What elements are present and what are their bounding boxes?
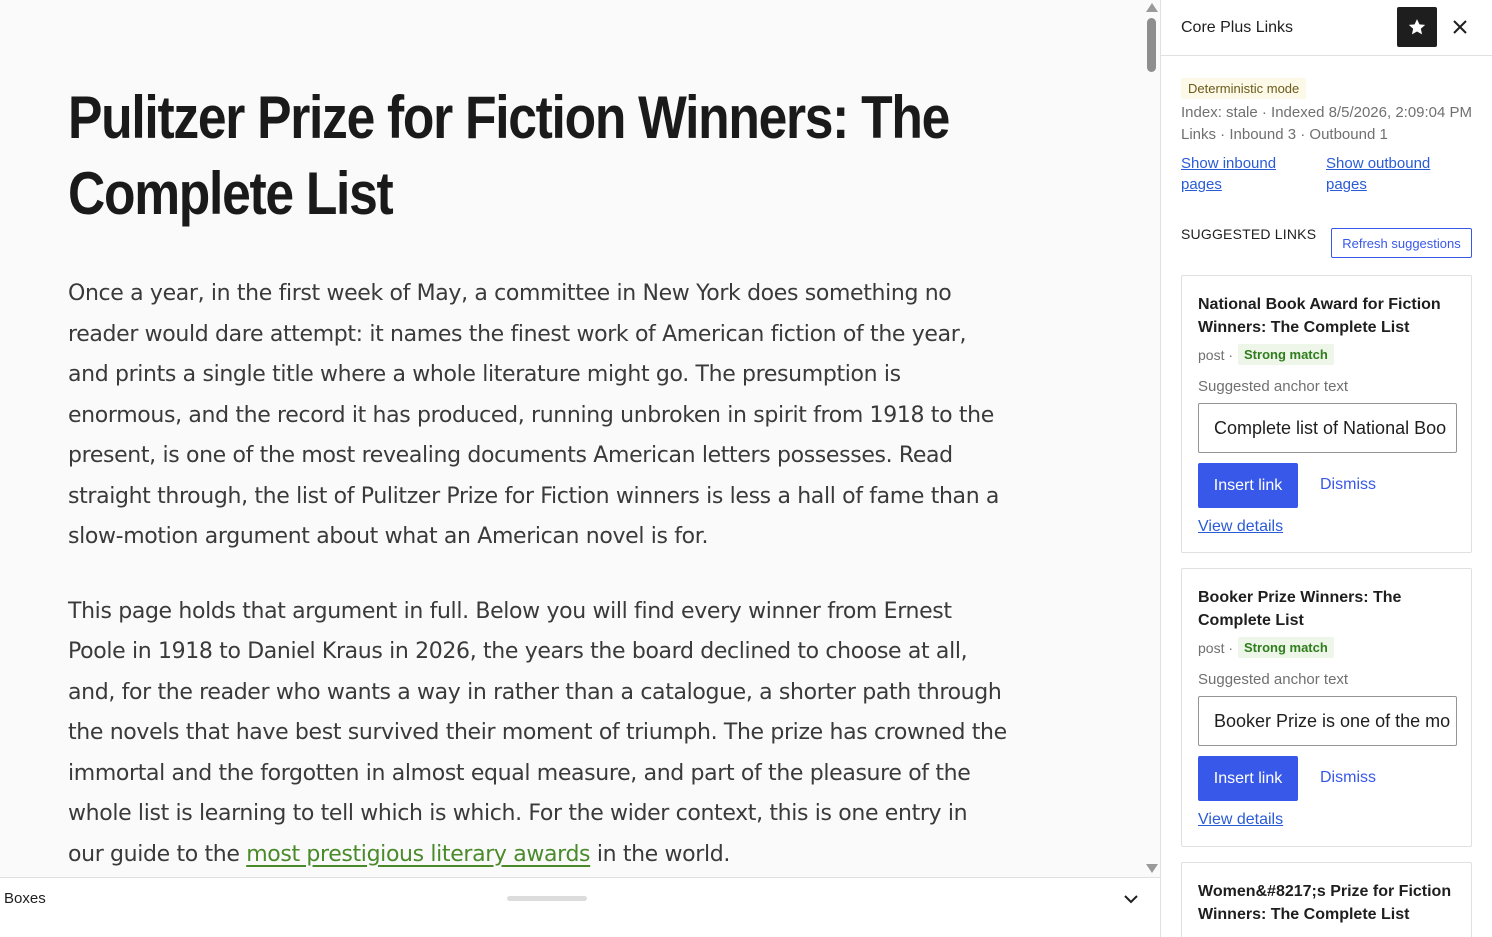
insert-link-button[interactable]: Insert link	[1198, 463, 1298, 508]
post-content: Pulitzer Prize for Fiction Winners: The …	[68, 80, 1008, 875]
suggestion-card: Women&#8217;s Prize for Fiction Winners:…	[1181, 862, 1472, 937]
meta-boxes-bar[interactable]: Boxes	[0, 877, 1160, 919]
footer-strip	[0, 919, 1160, 937]
paragraph-block[interactable]: Once a year, in the first week of May, a…	[68, 274, 1008, 558]
insert-link-button[interactable]: Insert link	[1198, 756, 1298, 801]
anchor-text-input[interactable]: Booker Prize is one of the mo	[1198, 696, 1457, 746]
dismiss-button[interactable]: Dismiss	[1320, 769, 1376, 787]
pin-sidebar-button[interactable]	[1397, 7, 1437, 47]
mode-badge: Deterministic mode	[1181, 78, 1307, 99]
editor-scrollbar[interactable]	[1143, 0, 1160, 877]
index-status: Index: stale · Indexed 8/5/2026, 2:09:04…	[1181, 104, 1473, 121]
anchor-text-label: Suggested anchor text	[1198, 671, 1349, 688]
view-details-link[interactable]: View details	[1198, 518, 1283, 536]
close-sidebar-button[interactable]	[1447, 14, 1473, 40]
match-strength-badge: Strong match	[1238, 344, 1334, 365]
links-count: Links · Inbound 3 · Outbound 1	[1181, 126, 1388, 143]
close-icon	[1453, 20, 1467, 34]
paragraph-text: in the world.	[590, 841, 731, 867]
view-details-link[interactable]: View details	[1198, 811, 1283, 829]
suggestion-card: Booker Prize Winners: The Complete List …	[1181, 568, 1472, 847]
dismiss-button[interactable]: Dismiss	[1320, 476, 1376, 494]
scrollbar-thumb[interactable]	[1147, 18, 1156, 72]
scroll-down-arrow-icon[interactable]	[1146, 864, 1158, 873]
links-sidebar: Core Plus Links Deterministic mode Index…	[1160, 0, 1492, 937]
suggestion-title: National Book Award for Fiction Winners:…	[1198, 296, 1441, 336]
chevron-down-icon[interactable]	[1122, 890, 1140, 908]
refresh-suggestions-button[interactable]: Refresh suggestions	[1331, 228, 1472, 258]
show-inbound-link[interactable]: Show inbound pages	[1181, 153, 1291, 195]
suggestion-card: National Book Award for Fiction Winners:…	[1181, 275, 1472, 553]
post-type: post ·	[1198, 346, 1234, 363]
meta-boxes-label: Boxes	[4, 890, 46, 907]
paragraph-text: This page holds that argument in full. B…	[68, 598, 1007, 867]
match-strength-badge: Strong match	[1238, 637, 1334, 658]
sidebar-title: Core Plus Links	[1181, 19, 1294, 36]
post-title[interactable]: Pulitzer Prize for Fiction Winners: The …	[68, 80, 1014, 232]
resize-handle[interactable]	[507, 896, 587, 901]
sidebar-header: Core Plus Links	[1161, 0, 1492, 56]
suggestion-title: Booker Prize Winners: The Complete List	[1198, 589, 1402, 629]
show-outbound-link[interactable]: Show outbound pages	[1326, 153, 1446, 195]
suggestion-meta: post · Strong match	[1198, 637, 1334, 658]
scroll-up-arrow-icon[interactable]	[1146, 3, 1158, 12]
post-type: post ·	[1198, 639, 1234, 656]
star-icon	[1408, 19, 1426, 35]
anchor-text-label: Suggested anchor text	[1198, 378, 1349, 395]
editor-canvas[interactable]: Pulitzer Prize for Fiction Winners: The …	[0, 0, 1160, 877]
anchor-text-input[interactable]: Complete list of National Boo	[1198, 403, 1457, 453]
inline-link-literary-awards[interactable]: most prestigious literary awards	[246, 842, 590, 867]
paragraph-block[interactable]: This page holds that argument in full. B…	[68, 592, 1008, 876]
suggestion-meta: post · Strong match	[1198, 344, 1334, 365]
suggestion-title: Women&#8217;s Prize for Fiction Winners:…	[1198, 883, 1452, 923]
suggested-links-heading: SUGGESTED LINKS	[1181, 226, 1317, 242]
